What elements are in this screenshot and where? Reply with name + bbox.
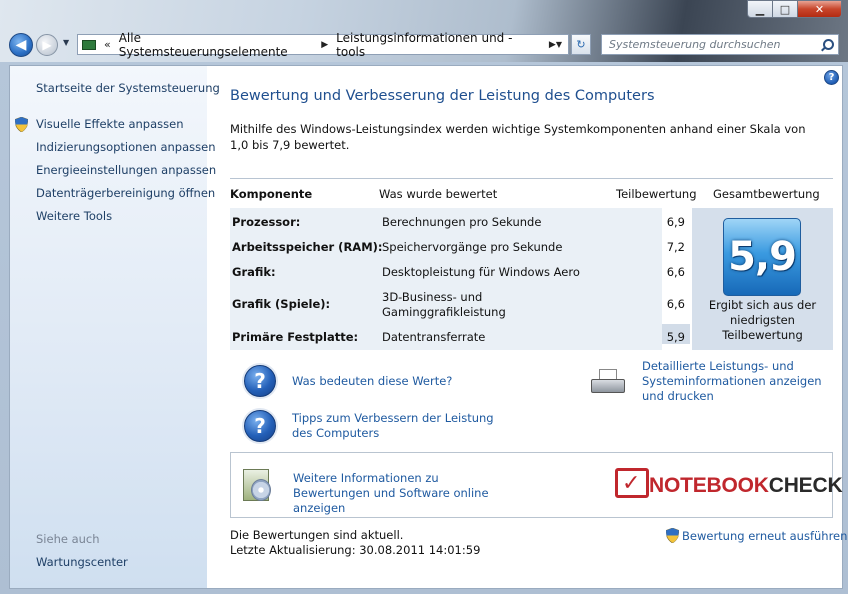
control-panel-icon: [82, 39, 96, 50]
recent-pages-dropdown[interactable]: ▼: [63, 38, 69, 47]
logo-word-check: CHECK: [768, 474, 843, 497]
row-score-hard-disk: 5,9: [666, 330, 685, 344]
row-label-processor: Prozessor:: [232, 215, 301, 229]
main-panel: ? Bewertung und Verbesserung der Leistun…: [207, 66, 847, 588]
row-label-hard-disk: Primäre Festplatte:: [232, 330, 359, 344]
search-icon[interactable]: [821, 38, 834, 51]
header-basescore: Gesamtbewertung: [713, 187, 820, 201]
breadcrumb-all-items[interactable]: Alle Systemsteuerungselemente: [119, 31, 314, 59]
improve-performance-tips-link[interactable]: Tipps zum Verbessern der Leistung des Co…: [292, 411, 512, 441]
row-label-graphics: Grafik:: [232, 265, 276, 279]
header-rated: Was wurde bewertet: [379, 187, 498, 201]
maximize-button[interactable]: □: [773, 0, 798, 18]
page-title: Bewertung und Verbesserung der Leistung …: [230, 88, 655, 104]
box-disc: [251, 479, 271, 501]
detailed-info-link[interactable]: Detaillierte Leistungs- und Systeminform…: [642, 359, 837, 404]
back-button[interactable]: ◀: [9, 33, 33, 57]
row-score-memory: 7,2: [666, 240, 685, 254]
refresh-button[interactable]: ↻: [571, 34, 591, 55]
help-question-icon: ?: [244, 365, 276, 397]
logo-check-box: ✓: [615, 468, 649, 498]
search-placeholder: Systemsteuerung durchsuchen: [609, 38, 781, 51]
rerun-assessment-label: Bewertung erneut ausführen: [682, 528, 848, 543]
sidebar-item-visual-effects[interactable]: Visuelle Effekte anpassen: [36, 117, 183, 131]
logo-check-mark: ✓: [622, 471, 641, 496]
sidebar: Startseite der Systemsteuerung Visuelle …: [10, 66, 220, 588]
row-rated-hard-disk: Datentransferrate: [382, 330, 486, 344]
breadcrumb-performance-tools[interactable]: Leistungsinformationen und -tools: [336, 31, 541, 59]
base-score-caption: Ergibt sich aus der niedrigsten Teilbewe…: [708, 298, 817, 342]
help-question-icon: ?: [244, 410, 276, 442]
minimize-button[interactable]: ▁: [747, 0, 773, 18]
forward-button[interactable]: ▶: [36, 34, 58, 56]
row-rated-memory: Speichervorgänge pro Sekunde: [382, 240, 563, 254]
printer-icon: [591, 369, 627, 395]
close-button[interactable]: ✕: [798, 0, 842, 18]
notebookcheck-logo: ✓ NOTEBOOKCHECK: [615, 466, 843, 504]
see-also-heading: Siehe auch: [36, 532, 100, 546]
base-score-panel: 5,9 Ergibt sich aus der niedrigsten Teil…: [692, 208, 833, 350]
logo-wordmark: NOTEBOOKCHECK: [649, 474, 843, 498]
base-score-tile: 5,9: [723, 218, 801, 296]
search-input[interactable]: Systemsteuerung durchsuchen: [601, 34, 839, 55]
what-do-scores-mean-link[interactable]: Was bedeuten diese Werte?: [292, 374, 452, 389]
status-last-update: Letzte Aktualisierung: 30.08.2011 14:01:…: [230, 543, 480, 558]
breadcrumb-separator-icon[interactable]: ▶: [549, 40, 556, 50]
address-dropdown-icon[interactable]: ▼: [556, 40, 562, 49]
rerun-assessment-link[interactable]: Bewertung erneut ausführen: [666, 528, 847, 543]
table-divider: [230, 178, 833, 179]
content-area: Startseite der Systemsteuerung Visuelle …: [9, 65, 847, 589]
header-subscore: Teilbewertung: [616, 187, 697, 201]
help-icon[interactable]: ?: [824, 70, 839, 85]
status-current: Die Bewertungen sind aktuell.: [230, 528, 404, 542]
row-rated-graphics: Desktopleistung für Windows Aero: [382, 265, 580, 279]
logo-word-notebook: NOTEBOOK: [649, 474, 769, 497]
sidebar-item-power[interactable]: Energieeinstellungen anpassen: [36, 163, 216, 177]
printer-body: [591, 379, 625, 393]
see-also-action-center[interactable]: Wartungscenter: [36, 555, 128, 569]
row-score-processor: 6,9: [666, 215, 685, 229]
header-component: Komponente: [230, 187, 313, 201]
row-label-memory: Arbeitsspeicher (RAM):: [232, 240, 383, 254]
status-text: Die Bewertungen sind aktuell. Letzte Akt…: [230, 528, 480, 558]
sidebar-item-indexing[interactable]: Indizierungsoptionen anpassen: [36, 140, 216, 154]
row-score-gaming-graphics: 6,6: [666, 297, 685, 311]
row-label-gaming-graphics: Grafik (Spiele):: [232, 297, 331, 311]
sidebar-home-link[interactable]: Startseite der Systemsteuerung: [36, 81, 220, 95]
software-box-icon: [239, 467, 275, 505]
breadcrumb-separator-icon[interactable]: ▶: [321, 40, 328, 50]
sidebar-item-disk-cleanup[interactable]: Datenträgerbereinigung öffnen: [36, 186, 215, 200]
uac-shield-icon: [15, 117, 28, 132]
window-controls: ▁ □ ✕: [747, 0, 842, 18]
refresh-icon: ↻: [576, 38, 586, 51]
row-rated-gaming-graphics: 3D-Business- und Gaminggrafikleistung: [382, 290, 506, 319]
intro-text: Mithilfe des Windows-Leistungsindex werd…: [230, 122, 806, 152]
row-rated-processor: Berechnungen pro Sekunde: [382, 215, 542, 229]
row-score-graphics: 6,6: [666, 265, 685, 279]
last-update-value: 30.08.2011 14:01:59: [359, 543, 481, 557]
online-info-link[interactable]: Weitere Informationen zu Bewertungen und…: [293, 471, 518, 516]
base-score-value: 5,9: [728, 234, 797, 280]
online-info-box: Weitere Informationen zu Bewertungen und…: [230, 452, 843, 518]
address-bar[interactable]: « Alle Systemsteuerungselemente ▶ Leistu…: [77, 31, 569, 59]
sidebar-item-more-tools[interactable]: Weitere Tools: [36, 209, 112, 223]
address-overflow-chevron[interactable]: «: [104, 38, 111, 51]
last-update-label: Letzte Aktualisierung:: [230, 543, 356, 557]
uac-shield-icon: [666, 528, 679, 543]
